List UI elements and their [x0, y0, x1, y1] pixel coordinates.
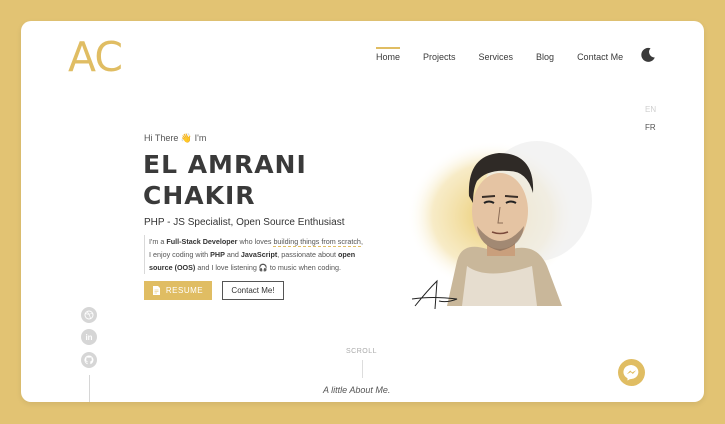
greeting-pre: Hi There	[144, 133, 179, 143]
lang-fr[interactable]: FR	[645, 123, 656, 132]
nav-services[interactable]: Services	[479, 52, 514, 62]
social-divider-line	[89, 375, 90, 402]
messenger-icon	[623, 364, 639, 381]
bio-text: , passionate about	[277, 250, 339, 259]
github-glyph	[84, 355, 94, 365]
portrait-illustration	[407, 141, 592, 310]
contact-me-button[interactable]: Contact Me!	[222, 281, 284, 300]
linkedin-icon[interactable]: in	[81, 329, 97, 345]
bio-text: I enjoy coding with	[149, 250, 211, 259]
hero-bio: I'm a Full-Stack Developer who loves bui…	[144, 235, 392, 274]
resume-button[interactable]: RESUME	[144, 281, 212, 300]
headphones-icon: 🎧	[258, 263, 268, 272]
github-icon[interactable]	[81, 352, 97, 368]
dark-mode-moon-icon[interactable]	[640, 47, 656, 63]
hero-name: EL AMRANI CHAKIR	[143, 149, 307, 211]
nav-projects[interactable]: Projects	[423, 52, 456, 62]
bio-bold: JavaScript	[240, 250, 278, 259]
page-window: AC Home Projects Services Blog Contact M…	[21, 21, 704, 402]
site-logo[interactable]: AC	[68, 33, 123, 81]
nav-blog[interactable]: Blog	[536, 52, 554, 62]
main-nav: Home Projects Services Blog Contact Me	[376, 47, 646, 62]
bio-bold: PHP	[210, 250, 225, 259]
greeting: Hi There 👋 I'm	[144, 133, 206, 144]
name-line-1: EL AMRANI	[143, 150, 307, 179]
wave-icon: 👋	[180, 133, 193, 143]
bio-text: to music when coding.	[267, 263, 341, 272]
bio-text: I'm a	[149, 237, 167, 246]
dribbble-glyph	[84, 310, 94, 320]
greeting-post: I'm	[194, 133, 207, 143]
nav-home[interactable]: Home	[376, 47, 401, 62]
bio-bold: open	[338, 250, 356, 259]
bio-text: who loves	[237, 237, 274, 246]
resume-label: RESUME	[165, 286, 204, 295]
bio-text: and I love listening	[195, 263, 259, 272]
messenger-button[interactable]	[618, 359, 645, 386]
bio-bold: Full-Stack Developer	[166, 237, 238, 246]
scroll-line	[362, 360, 363, 378]
hero-role: PHP - JS Specialist, Open Source Enthusi…	[144, 217, 345, 228]
bio-text: and	[224, 250, 241, 259]
about-heading: A little About Me.	[323, 385, 391, 395]
scroll-indicator[interactable]: SCROLL	[346, 348, 377, 355]
bio-bold: source (OOS)	[149, 263, 196, 272]
nav-contact[interactable]: Contact Me	[577, 52, 623, 62]
dribbble-icon[interactable]	[81, 307, 97, 323]
bio-text: ,	[360, 237, 363, 246]
bio-highlight: building things from scratch	[273, 237, 361, 247]
document-icon	[152, 286, 160, 295]
name-line-2: CHAKIR	[143, 181, 256, 210]
lang-en[interactable]: EN	[645, 105, 656, 114]
